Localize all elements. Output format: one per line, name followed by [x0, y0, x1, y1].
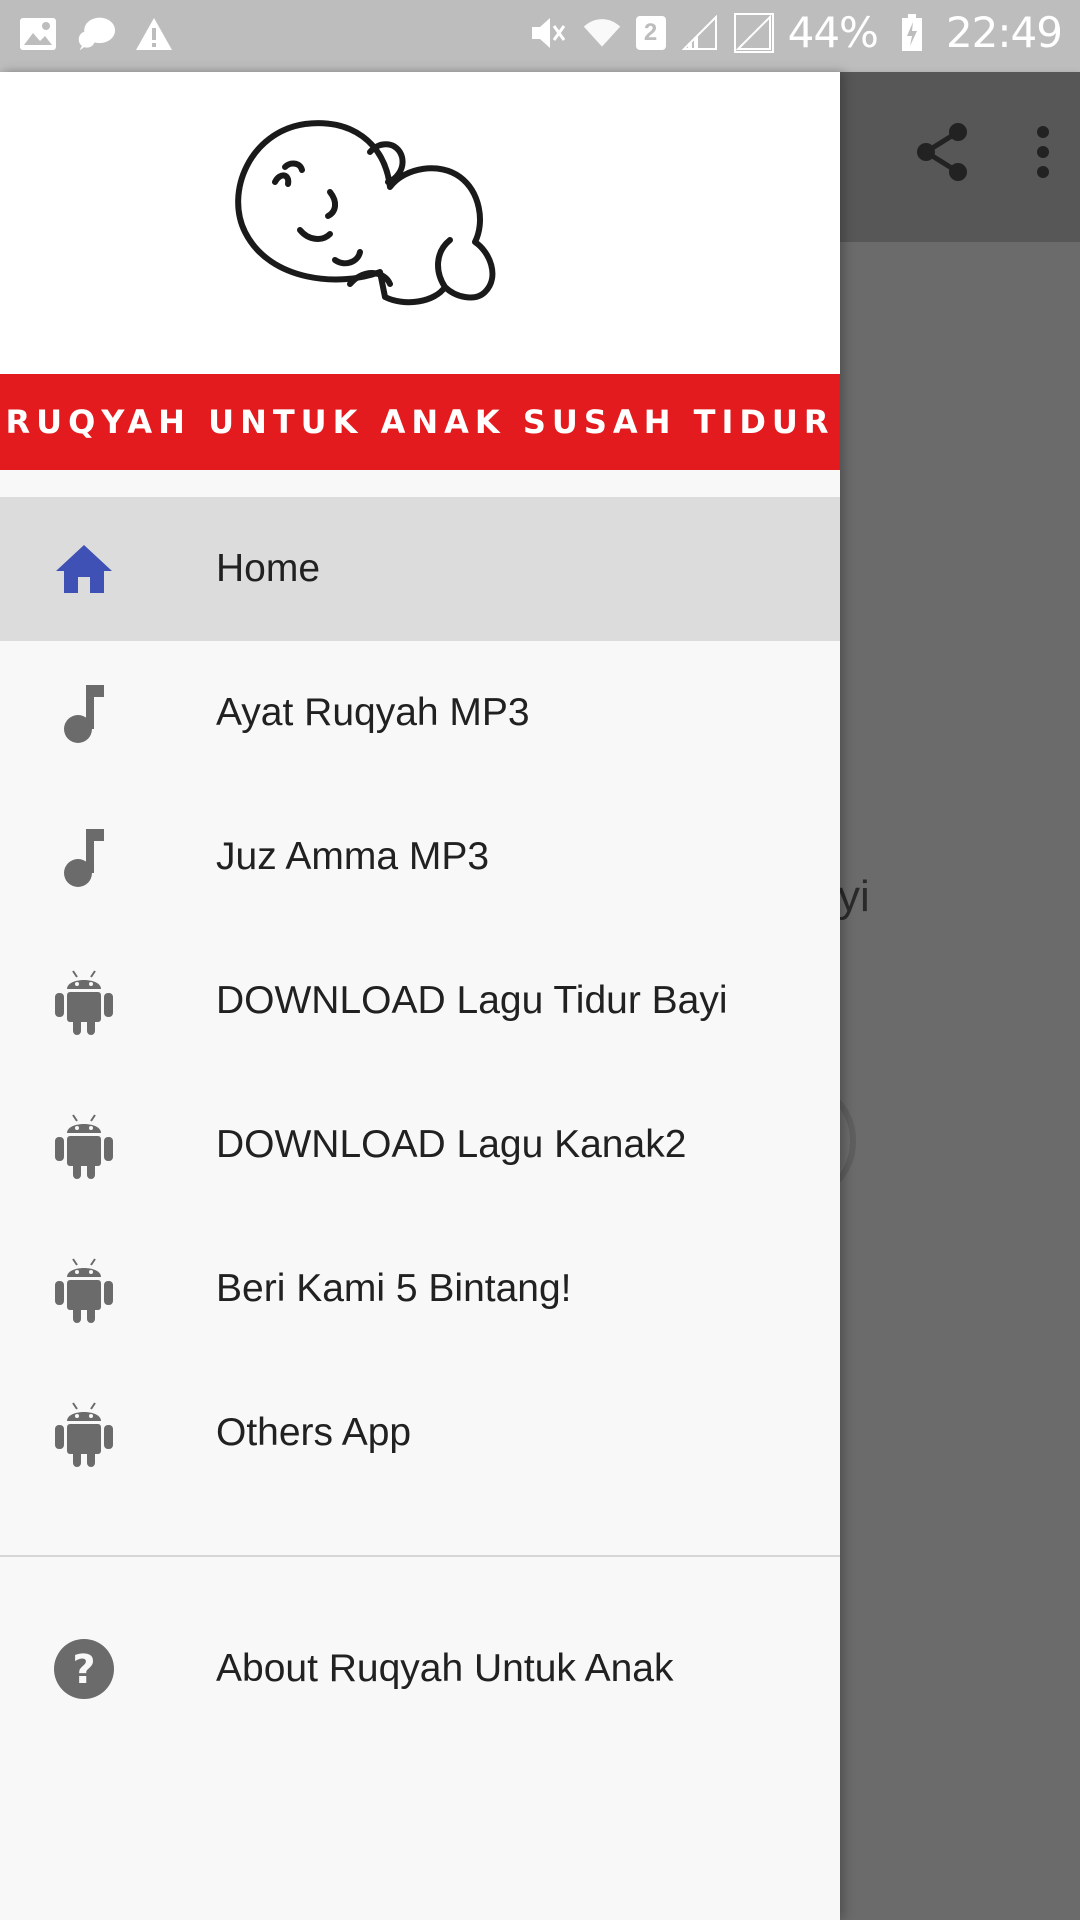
menu-item-download-lagu-kanak[interactable]: DOWNLOAD Lagu Kanak2 [0, 1073, 840, 1217]
warning-icon [134, 14, 174, 54]
share-icon[interactable] [912, 120, 972, 189]
drawer-banner: RUQYAH UNTUK ANAK SUSAH TIDUR [0, 374, 840, 470]
menu-item-beri-bintang[interactable]: Beri Kami 5 Bintang! [0, 1217, 840, 1361]
sim-badge: 2 [635, 15, 666, 50]
battery-charging-icon [892, 13, 932, 53]
android-icon [52, 969, 116, 1035]
navigation-drawer: RUQYAH UNTUK ANAK SUSAH TIDUR Home Ayat … [0, 72, 840, 1920]
background-partial-text: yi [838, 872, 870, 921]
android-icon [52, 1257, 116, 1323]
signal-icon [680, 13, 720, 53]
battery-percent: 44% [787, 8, 879, 57]
menu-item-label: Ayat Ruqyah MP3 [216, 691, 530, 734]
menu-item-about[interactable]: ? About Ruqyah Untuk Anak [0, 1597, 840, 1741]
menu-item-ayat-ruqyah[interactable]: Ayat Ruqyah MP3 [0, 641, 840, 785]
wifi-icon [582, 13, 622, 53]
drawer-divider [0, 1555, 840, 1557]
banner-title: RUQYAH UNTUK ANAK SUSAH TIDUR [5, 403, 835, 441]
android-icon [52, 1113, 116, 1179]
menu-item-label: Juz Amma MP3 [216, 835, 490, 878]
help-icon: ? [52, 1637, 116, 1701]
status-bar: 2 44% 22:49 [0, 0, 1080, 72]
menu-item-juz-amma[interactable]: Juz Amma MP3 [0, 785, 840, 929]
menu-item-label: Home [216, 547, 321, 590]
sleeping-baby-logo [235, 120, 496, 306]
menu-item-label: DOWNLOAD Lagu Kanak2 [216, 1123, 687, 1166]
menu-item-label: Beri Kami 5 Bintang! [216, 1267, 572, 1310]
svg-text:?: ? [72, 1647, 95, 1693]
image-icon [18, 14, 58, 54]
more-vert-icon[interactable] [1036, 125, 1050, 184]
drawer-menu: Home Ayat Ruqyah MP3 Juz Amma MP3 DOWNLO… [0, 497, 840, 1741]
mute-icon [528, 13, 568, 53]
music-note-icon [52, 681, 116, 745]
drawer-header [0, 72, 840, 374]
clock: 22:49 [945, 8, 1063, 57]
menu-item-download-lagu-tidur[interactable]: DOWNLOAD Lagu Tidur Bayi [0, 929, 840, 1073]
menu-item-home[interactable]: Home [0, 497, 840, 641]
music-note-icon [52, 825, 116, 889]
android-icon [52, 1401, 116, 1467]
chat-icon [76, 14, 116, 54]
home-icon [52, 537, 116, 601]
menu-item-others-app[interactable]: Others App [0, 1361, 840, 1505]
menu-item-label: About Ruqyah Untuk Anak [216, 1647, 674, 1690]
menu-item-label: DOWNLOAD Lagu Tidur Bayi [216, 979, 728, 1022]
menu-item-label: Others App [216, 1411, 412, 1454]
signal-icon [733, 12, 774, 53]
